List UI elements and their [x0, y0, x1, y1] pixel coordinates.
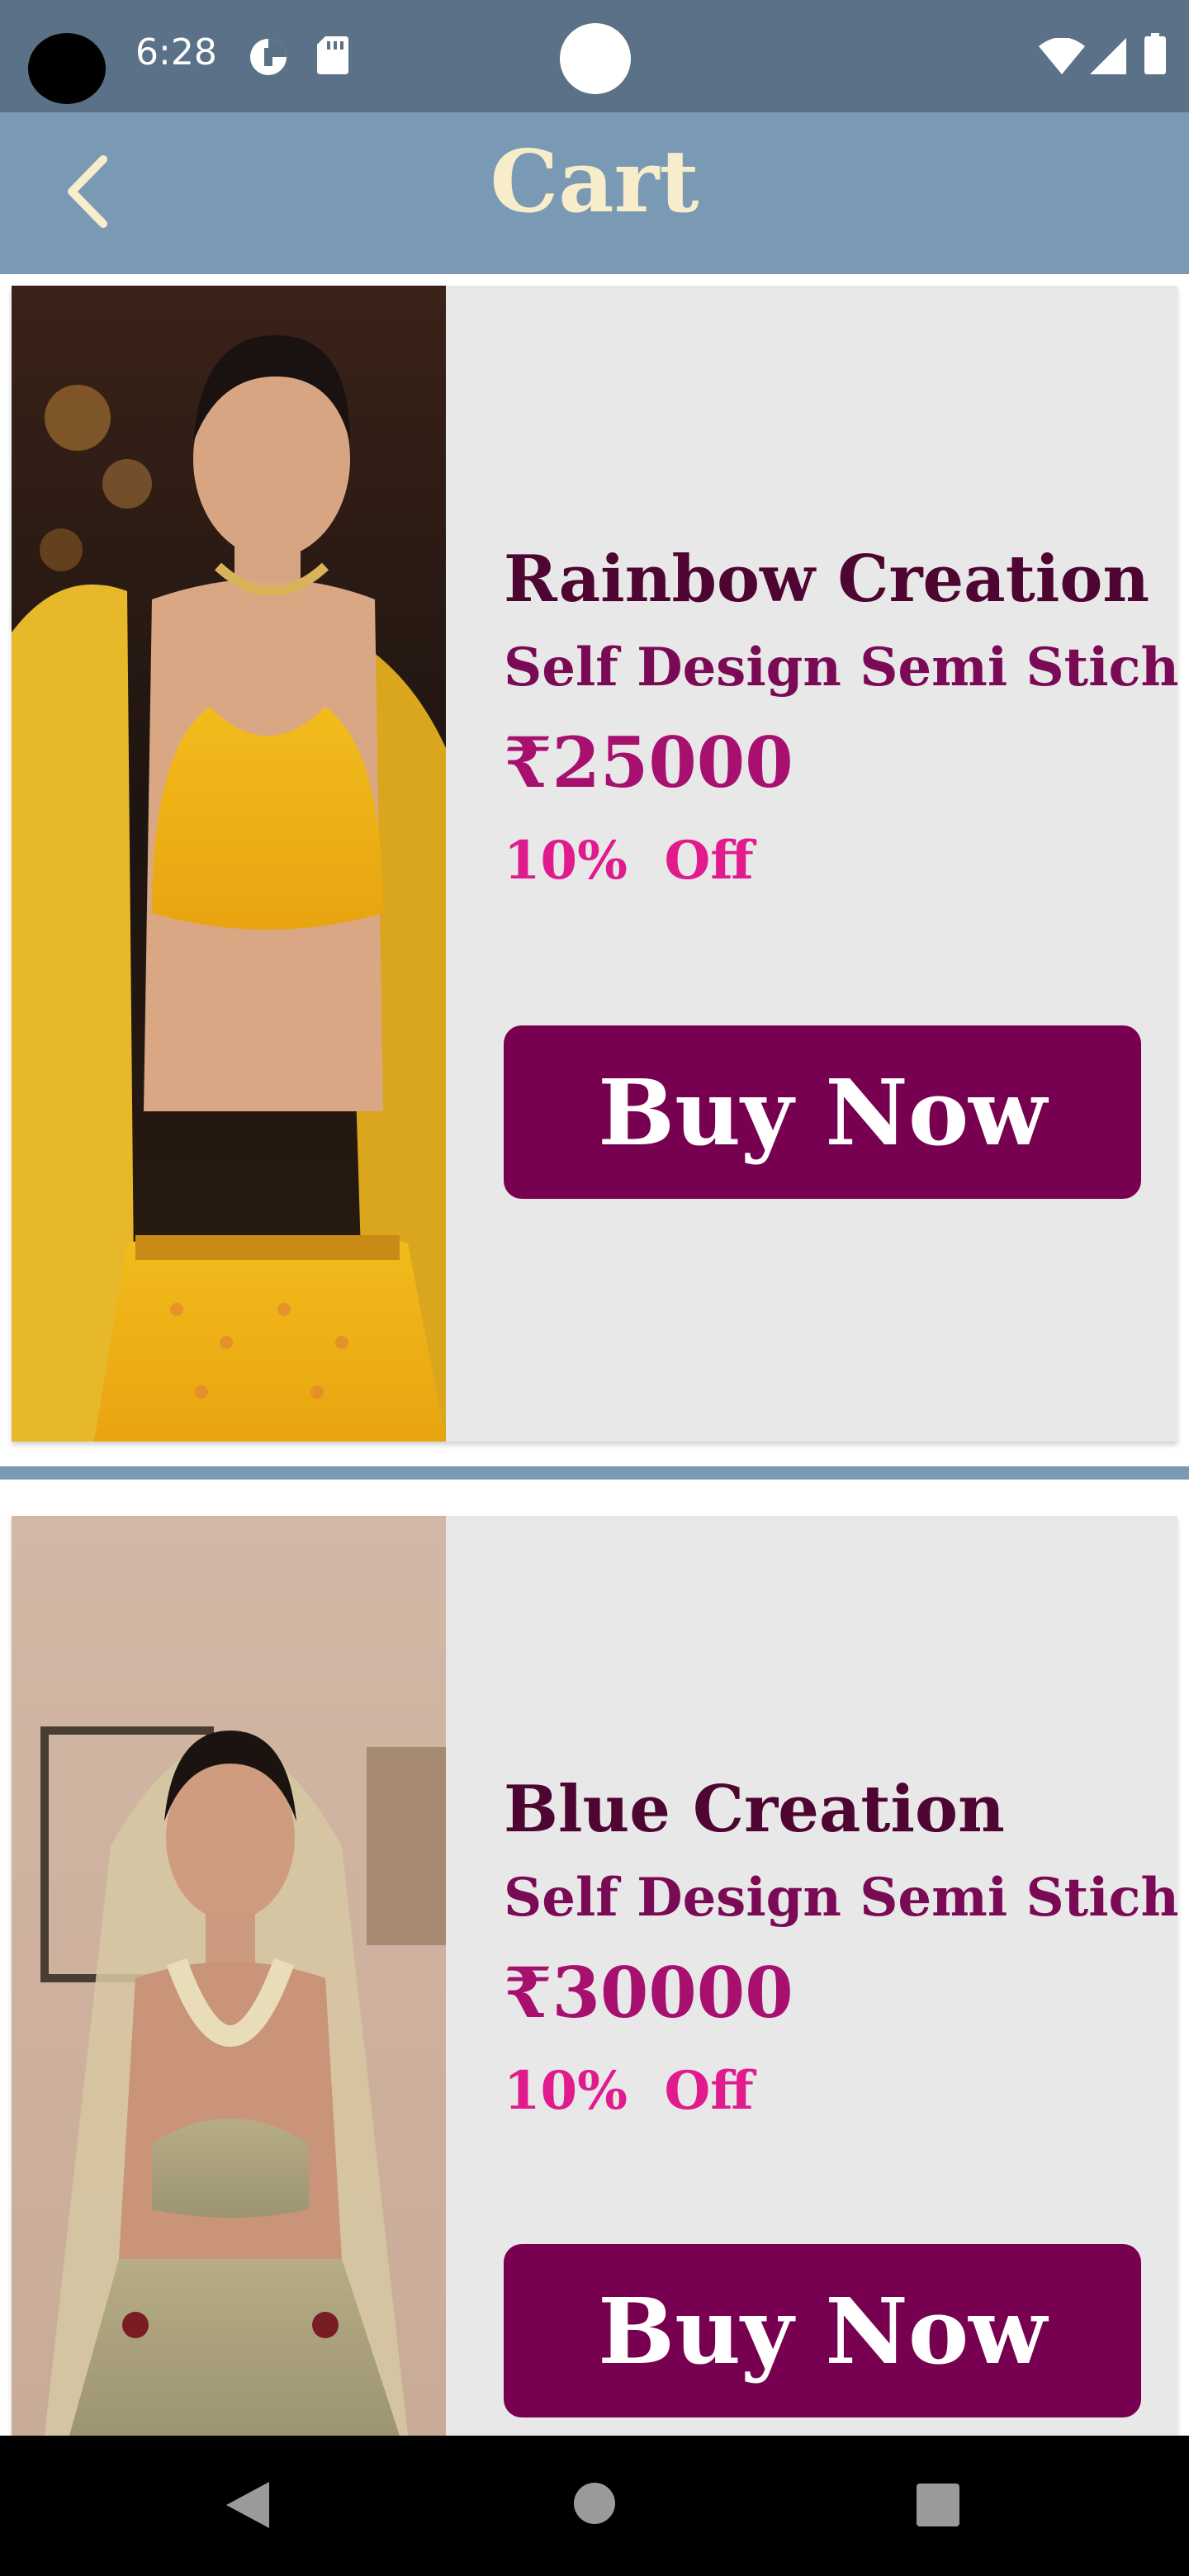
cell-signal-icon — [1090, 38, 1126, 78]
cart-item-card: Rainbow Creation Self Design Semi Stich … — [12, 286, 1177, 1442]
buy-now-button[interactable]: Buy Now — [504, 2244, 1141, 2417]
product-discount: 10% Off — [504, 830, 754, 892]
product-description: Self Design Semi Stich — [504, 1867, 1177, 1929]
product-discount: 10% Off — [504, 2060, 754, 2122]
wifi-icon — [1039, 37, 1085, 78]
product-details: Rainbow Creation Self Design Semi Stich … — [504, 542, 1177, 892]
home-nav-icon[interactable] — [573, 2482, 616, 2528]
product-details: Blue Creation Self Design Semi Stich ₹30… — [504, 1772, 1177, 2122]
product-name: Blue Creation — [504, 1772, 1005, 1847]
data-saver-icon — [248, 36, 289, 81]
product-image[interactable] — [12, 286, 446, 1442]
product-description: Self Design Semi Stich — [504, 637, 1177, 698]
front-sensor — [560, 23, 631, 94]
status-time: 6:28 — [135, 31, 217, 73]
page-title: Cart — [490, 130, 699, 232]
cart-item-card: Blue Creation Self Design Semi Stich ₹30… — [12, 1516, 1177, 2436]
section-divider — [0, 1466, 1189, 1480]
battery-icon — [1144, 33, 1166, 78]
status-bar: 6:28 — [0, 0, 1189, 112]
buy-now-button[interactable]: Buy Now — [504, 1025, 1141, 1199]
product-image[interactable] — [12, 1516, 446, 2436]
product-price: ₹30000 — [504, 1952, 793, 2034]
system-navigation-bar — [0, 2436, 1189, 2576]
app-bar: Cart — [0, 112, 1189, 274]
camera-cutout — [28, 33, 106, 104]
recents-nav-icon[interactable] — [917, 2484, 959, 2530]
back-nav-icon[interactable] — [225, 2480, 271, 2533]
product-name: Rainbow Creation — [504, 542, 1150, 617]
sd-card-icon — [317, 36, 348, 78]
product-price: ₹25000 — [504, 722, 793, 803]
